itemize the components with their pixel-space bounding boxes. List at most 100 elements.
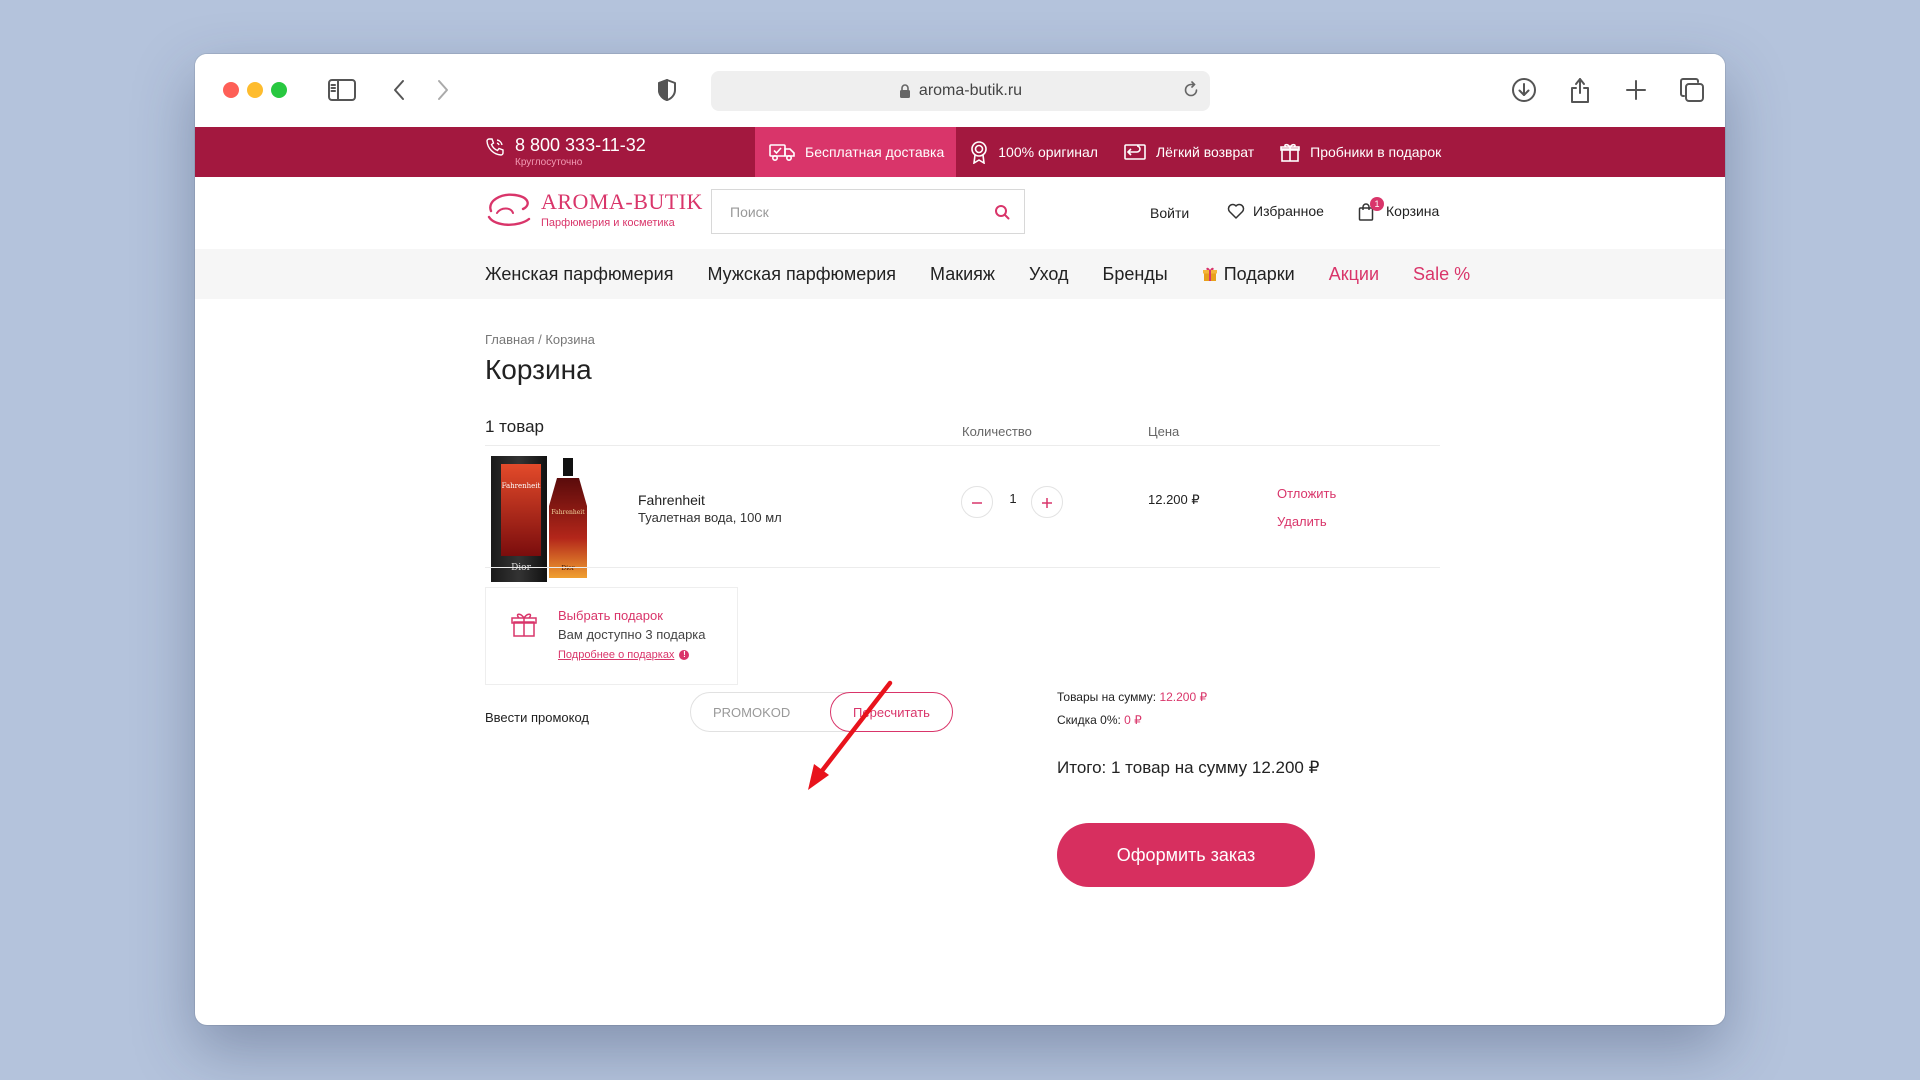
summary-goods-line: Товары на сумму: 12.200 ₽ [1057,690,1207,704]
perk-label: 100% оригинал [998,144,1098,160]
privacy-shield-icon[interactable] [651,74,683,106]
forward-icon[interactable] [427,74,459,106]
divider [485,445,1440,446]
login-link[interactable]: Войти [1150,205,1189,221]
tab-overview-icon[interactable] [1676,74,1708,106]
cart-link[interactable]: 1 Корзина [1358,197,1440,221]
search-input[interactable] [712,190,982,233]
minimize-window-button[interactable] [247,82,263,98]
summary-discount-label: Скидка 0%: [1057,713,1121,727]
perk-label: Бесплатная доставка [805,144,945,160]
perk-label: Лёгкий возврат [1155,144,1255,160]
award-icon [971,141,988,164]
perk-original[interactable]: 100% оригинал [956,127,1110,177]
quantity-increase-button[interactable] [1031,486,1063,518]
heart-icon [1227,203,1245,219]
item-price: 12.200 ₽ [1148,492,1200,507]
favorites-label: Избранное [1253,203,1324,219]
nav-brands[interactable]: Бренды [1103,264,1168,285]
product-name[interactable]: Fahrenheit [638,492,705,508]
gift-more-label: Подробнее о подарках [558,649,675,661]
minus-icon [972,502,982,504]
cart-items-count: 1 товар [485,417,544,436]
phone-hours: Круглосуточно [515,157,583,168]
site-header: AROMA-BUTIK Парфюмерия и косметика Войти… [195,177,1725,249]
return-icon [1124,144,1146,160]
column-header-price: Цена [1148,424,1180,439]
gift-selector[interactable]: Выбрать подарок Вам доступно 3 подарка П… [485,587,738,685]
logo-tagline: Парфюмерия и косметика [541,217,675,229]
back-icon[interactable] [383,74,415,106]
perks-list: Бесплатная доставка 100% оригинал Лёгкий… [755,127,1453,177]
gift-icon [1202,267,1217,281]
new-tab-icon[interactable] [1620,74,1652,106]
summary-goods-label: Товары на сумму: [1057,690,1157,704]
reload-icon[interactable] [1182,81,1200,99]
browser-toolbar: aroma-butik.ru [195,54,1725,127]
address-bar[interactable]: aroma-butik.ru [711,71,1210,111]
zoom-window-button[interactable] [271,82,287,98]
nav-gifts[interactable]: Подарки [1202,264,1295,285]
gift-title[interactable]: Выбрать подарок [558,608,663,623]
breadcrumb: Главная / Корзина [485,332,595,347]
nav-promotions[interactable]: Акции [1329,264,1379,285]
main-nav: Женская парфюмерия Мужская парфюмерия Ма… [195,249,1725,299]
page-title: Корзина [485,354,592,385]
gift-subtitle: Вам доступно 3 подарка [558,627,706,642]
breadcrumb-current: Корзина [545,332,595,347]
perk-easy-return[interactable]: Лёгкий возврат [1110,127,1266,177]
divider [485,567,1440,568]
logo-swirl-icon [487,193,531,226]
gift-more-link[interactable]: Подробнее о подарках ! [558,649,690,661]
breadcrumb-home[interactable]: Главная [485,332,534,347]
cart-count-badge: 1 [1370,197,1384,211]
column-header-quantity: Количество [962,424,1032,439]
nav-sale[interactable]: Sale % [1413,264,1470,285]
favorites-link[interactable]: Избранное [1227,203,1324,219]
svg-text:Dior: Dior [511,563,532,573]
recalculate-button[interactable]: Пересчитать [830,692,953,732]
truck-icon [769,144,795,162]
sidebar-toggle-icon[interactable] [326,74,358,106]
gift-icon [511,613,537,637]
quantity-value[interactable]: 1 [1005,491,1021,506]
summary-discount-value: 0 ₽ [1124,713,1142,727]
info-icon: ! [679,650,690,660]
gift-icon [1280,143,1300,162]
nav-makeup[interactable]: Макияж [930,264,995,285]
close-window-button[interactable] [223,82,239,98]
share-icon[interactable] [1564,74,1596,106]
phone-number[interactable]: 8 800 333-11-32 [515,135,646,156]
promo-label: Ввести промокод [485,710,590,725]
checkout-button[interactable]: Оформить заказ [1057,823,1315,887]
summary-goods-value: 12.200 ₽ [1159,690,1208,704]
search-icon[interactable] [994,204,1010,220]
browser-window: aroma-butik.ru 8 800 333-11-32 Круглосут… [195,54,1725,1025]
remove-link[interactable]: Удалить [1277,514,1327,529]
phone-icon [486,138,504,156]
lock-icon [899,83,910,98]
product-description: Туалетная вода, 100 мл [638,510,782,525]
order-total: Итого: 1 товар на сумму 12.200 ₽ [1057,758,1320,777]
downloads-icon[interactable] [1508,74,1540,106]
nav-gifts-label: Подарки [1223,263,1295,284]
site-topbar: 8 800 333-11-32 Круглосуточно Бесплатная… [195,127,1725,177]
nav-womens-perfume[interactable]: Женская парфюмерия [485,264,673,285]
svg-text:Fahrenheit: Fahrenheit [502,482,541,490]
plus-icon [1042,498,1052,508]
cart-label: Корзина [1386,203,1440,219]
nav-care[interactable]: Уход [1029,264,1069,285]
logo-brand: AROMA-BUTIK [541,189,703,214]
promo-code-group: Пересчитать [690,692,953,732]
perk-label: Пробники в подарок [1310,144,1442,160]
perk-free-delivery[interactable]: Бесплатная доставка [755,127,957,177]
breadcrumb-separator: / [538,332,542,347]
product-image[interactable]: Fahrenheit Dior Fahrenheit Dior [487,454,607,584]
perk-samples-gift[interactable]: Пробники в подарок [1266,127,1453,177]
svg-text:Fahrenheit: Fahrenheit [551,509,585,516]
nav-mens-perfume[interactable]: Мужская парфюмерия [707,264,896,285]
postpone-link[interactable]: Отложить [1277,486,1336,501]
address-bar-url: aroma-butik.ru [918,82,1023,99]
promo-code-input[interactable] [691,693,831,731]
quantity-decrease-button[interactable] [961,486,993,518]
